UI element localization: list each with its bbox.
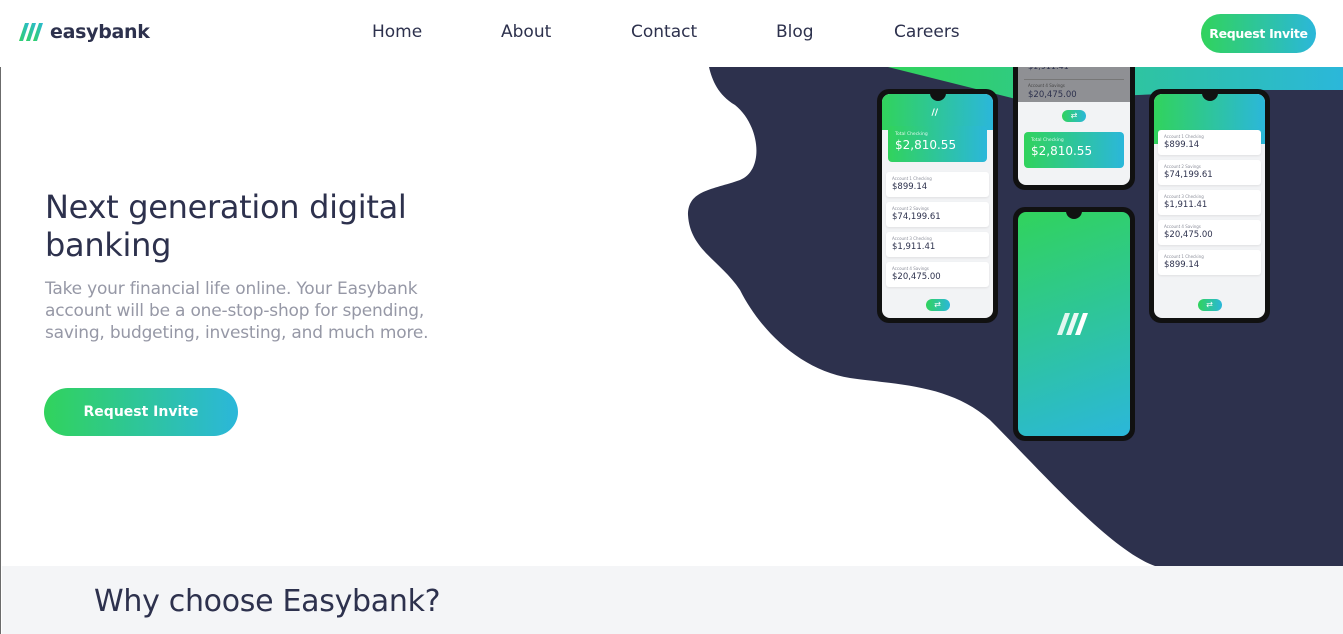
card-label: Account 4 Savings: [1028, 83, 1065, 88]
transfer-icon: ⇄: [925, 299, 950, 311]
account-card: Account 3 Checking $1,911.41: [1158, 190, 1261, 215]
easybank-mark-icon: [1057, 313, 1088, 335]
phone-right-screen: Account 1 Checking $899.14 Account 2 Savi…: [1154, 94, 1265, 318]
total-checking-card: Total Checking $2,810.55: [1024, 132, 1124, 168]
total-label: Total Checking: [895, 132, 928, 137]
nav-careers[interactable]: Careers: [894, 22, 960, 42]
hero-background-illustration: [688, 67, 1343, 566]
transfer-icon: ⇄: [1062, 110, 1086, 122]
easybank-mark-icon: [19, 23, 43, 41]
phone-left: // Total Checking $2,810.55 Account 1 Ch…: [877, 89, 998, 323]
account-card: Account 4 Savings $20,475.00: [886, 262, 989, 287]
splash-screen: [1018, 211, 1130, 436]
total-value: $2,810.55: [895, 138, 957, 152]
phone-left-header: //: [882, 94, 993, 130]
account-card: Account 4 Savings $20,475.00: [1158, 220, 1261, 245]
logo-text: easybank: [50, 21, 150, 43]
nav-about[interactable]: About: [501, 22, 551, 42]
phone-center-splash: [1013, 207, 1135, 441]
easybank-mark-icon: //: [931, 108, 939, 118]
site-header: easybank Home About Contact Blog Careers…: [0, 0, 1343, 67]
account-card: Account 2 Savings $74,199.61: [886, 202, 989, 227]
account-card: Account 1 Checking $899.14: [1158, 250, 1261, 275]
phone-right: Account 1 Checking $899.14 Account 2 Savi…: [1149, 89, 1270, 323]
logo[interactable]: easybank: [19, 20, 150, 44]
account-card: Account 2 Savings $74,199.61: [1158, 160, 1261, 185]
account-card: Account 1 Checking $899.14: [886, 172, 989, 197]
account-card: Account 3 Checking $1,911.41: [886, 232, 989, 257]
account-card: Account 1 Checking $899.14: [1158, 130, 1261, 155]
phone-left-screen: // Total Checking $2,810.55 Account 1 Ch…: [882, 94, 993, 318]
total-checking-card: Total Checking $2,810.55: [888, 126, 987, 162]
transfer-icon: ⇄: [1197, 299, 1222, 311]
card-value: $20,475.00: [1028, 90, 1077, 100]
nav-home[interactable]: Home: [372, 22, 422, 42]
nav-contact[interactable]: Contact: [631, 22, 697, 42]
header-request-invite-button[interactable]: Request Invite: [1201, 14, 1316, 53]
nav-blog[interactable]: Blog: [776, 22, 814, 42]
